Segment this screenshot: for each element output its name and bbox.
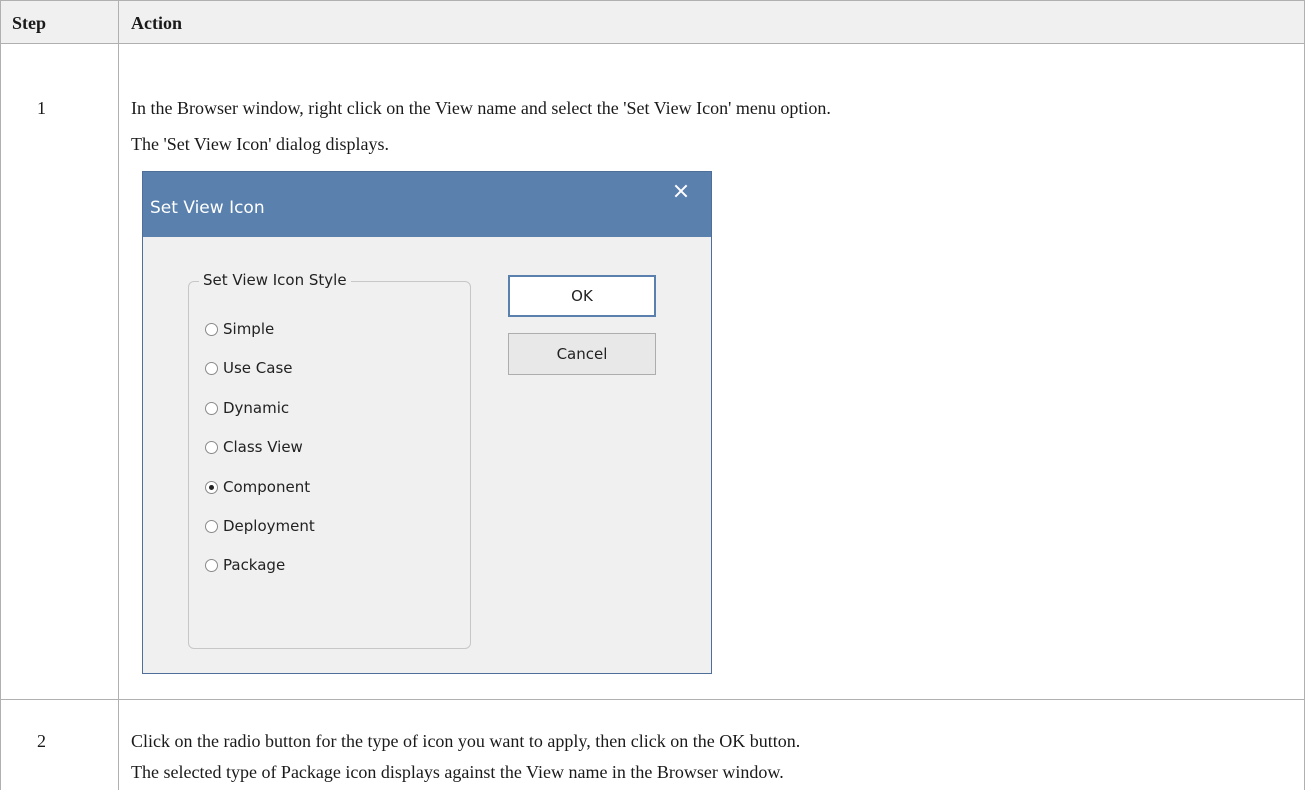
close-icon[interactable] (674, 184, 688, 198)
action-text-line: The 'Set View Icon' dialog displays. (131, 134, 390, 154)
action-text-line: In the Browser window, right click on th… (131, 98, 831, 118)
radio-circle-icon (205, 440, 218, 454)
set-view-icon-dialog: Set View Icon Set View Icon Style Simple… (142, 171, 712, 674)
dialog-title: Set View Icon (150, 198, 265, 218)
radio-package[interactable]: Package (205, 556, 285, 574)
radio-label: Deployment (223, 517, 315, 535)
radio-circle-icon (205, 519, 218, 533)
column-header-action: Action (131, 13, 182, 33)
radio-circle-icon (205, 322, 218, 336)
radio-circle-icon (205, 401, 218, 415)
cancel-button[interactable]: Cancel (508, 333, 656, 375)
radio-class-view[interactable]: Class View (205, 438, 303, 456)
radio-label: Package (223, 556, 286, 574)
radio-deployment[interactable]: Deployment (205, 517, 315, 535)
step-number: 1 (37, 98, 46, 118)
table-border-left (0, 0, 1, 790)
row-divider (0, 699, 1305, 700)
radio-component[interactable]: Component (205, 478, 310, 496)
dialog-title-bar: Set View Icon (143, 172, 711, 237)
radio-label: Component (223, 478, 311, 496)
step-number: 2 (37, 731, 46, 751)
radio-circle-icon (205, 558, 218, 572)
radio-simple[interactable]: Simple (205, 320, 274, 338)
action-text-line: Click on the radio button for the type o… (131, 731, 801, 751)
radio-label: Simple (223, 320, 275, 338)
ok-button[interactable]: OK (508, 275, 656, 317)
table-header-row: Step Action (0, 0, 1305, 44)
radio-label: Class View (223, 438, 303, 456)
radio-use-case[interactable]: Use Case (205, 359, 293, 377)
radio-label: Dynamic (223, 399, 290, 417)
group-label: Set View Icon Style (199, 271, 351, 289)
radio-dynamic[interactable]: Dynamic (205, 399, 289, 417)
radio-checked-icon (205, 480, 218, 494)
action-text-line: The selected type of Package icon displa… (131, 762, 784, 782)
column-divider (118, 0, 119, 790)
radio-label: Use Case (223, 359, 293, 377)
steps-table: Step Action 1 In the Browser window, rig… (0, 0, 1305, 790)
radio-circle-icon (205, 361, 218, 375)
column-header-step: Step (12, 13, 47, 33)
